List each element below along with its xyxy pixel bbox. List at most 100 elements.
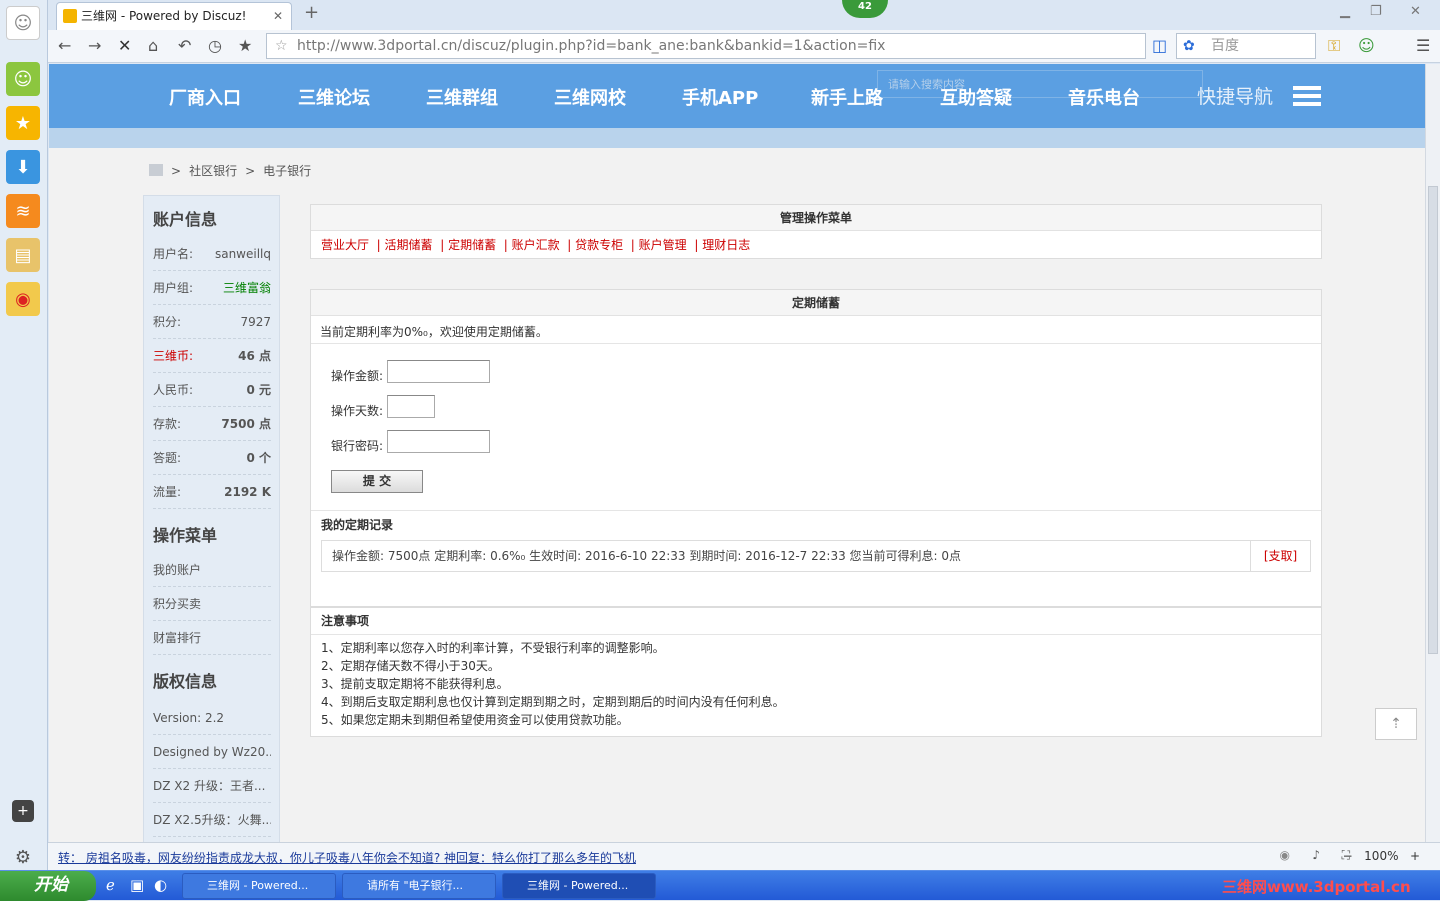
browser-navbar: ← → ✕ ⌂ ↶ ◷ ★ ☆ http://www.3dportal.cn/d… bbox=[48, 30, 1440, 63]
rss-icon[interactable]: ≋ bbox=[6, 194, 40, 228]
copyright-row[interactable]: Designed by Wz20... bbox=[153, 735, 271, 769]
notes-icon[interactable]: ▤ bbox=[6, 238, 40, 272]
browser-quicklaunch-icon[interactable]: ◐ bbox=[154, 876, 167, 894]
taskbar: 开始 ℯ ▣ ◐ 三维网 - Powered... 请所有 "电子银行... 三… bbox=[0, 870, 1440, 901]
add-icon[interactable]: + bbox=[12, 800, 34, 822]
watermark-brand: 三维网www.3dportal.cn bbox=[1222, 878, 1411, 896]
account-row: 三维币: 46 点 bbox=[153, 339, 271, 373]
rate-intro: 当前定期利率为0%₀，欢迎使用定期储蓄。 bbox=[320, 325, 548, 339]
admin-menu-panel: 管理操作菜单 营业大厅 | 活期储蓄 | 定期储蓄 | 账户汇款 | 贷款专柜 … bbox=[310, 204, 1322, 259]
nav-item-radio[interactable]: 音乐电台 bbox=[1068, 84, 1140, 110]
taskbar-item-active[interactable]: 三维网 - Powered... bbox=[502, 873, 656, 899]
menu-link-fixed[interactable]: 定期储蓄 bbox=[448, 238, 496, 252]
download-icon[interactable]: ⬇ bbox=[6, 150, 40, 184]
history-icon[interactable]: ◷ bbox=[208, 36, 222, 55]
nav-item-forum[interactable]: 三维论坛 bbox=[298, 84, 370, 110]
address-url: http://www.3dportal.cn/discuz/plugin.php… bbox=[297, 38, 886, 54]
notes-title: 注意事项 bbox=[311, 608, 1321, 635]
account-row: 用户组: 三维富翁 bbox=[153, 271, 271, 305]
zoom-plus-icon[interactable]: + bbox=[1410, 849, 1420, 863]
nav-item-vendors[interactable]: 厂商入口 bbox=[169, 84, 241, 110]
copyright-title: 版权信息 bbox=[153, 672, 218, 691]
user-icon[interactable]: ☺ bbox=[1358, 36, 1375, 55]
menu-icon[interactable]: ☰ bbox=[1416, 36, 1430, 55]
scrollbar[interactable] bbox=[1425, 64, 1440, 842]
start-button[interactable]: 开始 bbox=[0, 871, 96, 901]
copyright-row[interactable]: DZ X2.5升级：火舞... bbox=[153, 803, 271, 837]
note-item: 5、如果您定期未到期但希望使用资金可以使用贷款功能。 bbox=[321, 713, 629, 727]
adblock-icon[interactable]: ◉ bbox=[1280, 848, 1290, 862]
page-content: 请输入搜索内容 厂商入口 三维论坛 三维群组 三维网校 手机APP 新手上路 互… bbox=[49, 64, 1425, 842]
forward-icon[interactable]: → bbox=[88, 36, 101, 55]
close-window-icon[interactable]: ✕ bbox=[1410, 4, 1421, 19]
admin-menu-title: 管理操作菜单 bbox=[311, 205, 1321, 231]
browser-tab[interactable]: 三维网 - Powered by Discuz! ✕ bbox=[56, 2, 292, 30]
hamburger-icon[interactable] bbox=[1293, 86, 1321, 108]
home-icon[interactable]: ⌂ bbox=[148, 36, 158, 55]
baidu-paw-icon: ✿ bbox=[1183, 38, 1195, 54]
stop-icon[interactable]: ✕ bbox=[118, 36, 131, 55]
key-icon[interactable]: ⚿ bbox=[1328, 36, 1340, 56]
menu-item-wealth-rank[interactable]: 财富排行 bbox=[153, 621, 271, 655]
minimize-icon[interactable]: ▁ bbox=[1340, 4, 1350, 19]
notes-panel: 注意事项 1、定期利率以您存入时的利率计算，不受银行利率的调整影响。 2、定期存… bbox=[310, 607, 1322, 737]
menu-link-demand[interactable]: 活期储蓄 bbox=[385, 238, 433, 252]
tab-close-icon[interactable]: ✕ bbox=[273, 3, 283, 29]
settings-gear-icon[interactable]: ⚙ bbox=[6, 840, 40, 874]
submit-button[interactable]: 提 交 bbox=[331, 470, 423, 493]
taskbar-item[interactable]: 请所有 "电子银行... bbox=[342, 873, 496, 899]
new-tab-icon[interactable]: + bbox=[304, 2, 319, 23]
copyright-row: Version: 2.2 bbox=[153, 701, 271, 735]
menu-item-points-trade[interactable]: 积分买卖 bbox=[153, 587, 271, 621]
deposit-record-text: 操作金额: 7500点 定期利率: 0.6%₀ 生效时间: 2016-6-10 … bbox=[332, 549, 962, 563]
menu-link-loan[interactable]: 贷款专柜 bbox=[575, 238, 623, 252]
bookmark-star-icon[interactable]: ★ bbox=[238, 36, 252, 55]
scrollbar-thumb[interactable] bbox=[1428, 186, 1438, 654]
breadcrumb-separator: > bbox=[245, 164, 256, 178]
news-ticker[interactable]: 转： 房祖名吸毒，网友纷纷指责成龙大叔，你儿子吸毒八年你会不知道? 神回复：特么… bbox=[58, 849, 636, 866]
nav-item-newbie[interactable]: 新手上路 bbox=[811, 84, 883, 110]
withdraw-link[interactable]: [支取] bbox=[1250, 541, 1310, 571]
tab-title: 三维网 - Powered by Discuz! bbox=[81, 9, 247, 23]
nav-item-school[interactable]: 三维网校 bbox=[554, 84, 626, 110]
address-star-icon[interactable]: ☆ bbox=[275, 34, 288, 58]
back-to-top-icon[interactable]: ⇡ bbox=[1375, 708, 1417, 740]
restore-icon[interactable]: ❐ bbox=[1370, 4, 1382, 19]
ie-quicklaunch-icon[interactable]: ℯ bbox=[106, 876, 115, 894]
nav-item-qa[interactable]: 互助答疑 bbox=[940, 84, 1012, 110]
menu-item-my-account[interactable]: 我的账户 bbox=[153, 553, 271, 587]
menu-link-account-manage[interactable]: 账户管理 bbox=[639, 238, 687, 252]
breadcrumb-bank[interactable]: 社区银行 bbox=[189, 164, 237, 178]
emoji-icon[interactable]: ☺ bbox=[6, 62, 40, 96]
site-search-input[interactable]: 请输入搜索内容 bbox=[877, 70, 1203, 98]
notification-badge[interactable]: 42 bbox=[842, 0, 888, 18]
search-engine-label: 百度 bbox=[1211, 38, 1239, 54]
favorites-star-icon[interactable]: ★ bbox=[6, 106, 40, 140]
account-sidebar: 账户信息 用户名: sanweillq 用户组: 三维富翁 积分: 7927 三维币:… bbox=[143, 195, 280, 842]
breadcrumb-ebank: 电子银行 bbox=[263, 164, 312, 178]
copyright-row[interactable]: DZ X2 升级：王者... bbox=[153, 769, 271, 803]
nav-item-app[interactable]: 手机APP bbox=[682, 84, 758, 110]
amount-input[interactable] bbox=[387, 360, 490, 383]
menu-link-finance-log[interactable]: 理财日志 bbox=[702, 238, 750, 252]
menu-link-transfer[interactable]: 账户汇款 bbox=[512, 238, 560, 252]
home-breadcrumb-icon[interactable] bbox=[149, 164, 163, 176]
days-input[interactable] bbox=[387, 395, 435, 418]
zoom-level[interactable]: − 100% + bbox=[1343, 849, 1420, 863]
undo-icon[interactable]: ↶ bbox=[178, 36, 191, 55]
window-quicklaunch-icon[interactable]: ▣ bbox=[130, 876, 144, 894]
back-icon[interactable]: ← bbox=[58, 36, 71, 55]
search-box[interactable]: ✿ 百度 bbox=[1176, 33, 1316, 59]
zoom-minus-icon[interactable]: − bbox=[1343, 849, 1353, 863]
weibo-icon[interactable]: ◉ bbox=[6, 282, 40, 316]
password-input[interactable] bbox=[387, 430, 490, 453]
address-bar[interactable]: ☆ http://www.3dportal.cn/discuz/plugin.p… bbox=[266, 33, 1146, 59]
browser-titlebar: 三维网 - Powered by Discuz! ✕ + 42 ▁ ❐ ✕ bbox=[48, 0, 1440, 30]
quick-nav[interactable]: 快捷导航 bbox=[1197, 82, 1273, 109]
taskbar-item[interactable]: 三维网 - Powered... bbox=[182, 873, 336, 899]
volume-icon[interactable]: ♪ bbox=[1312, 848, 1320, 862]
compat-mode-icon[interactable]: ◫ bbox=[1152, 36, 1167, 55]
smiley-logo-icon[interactable]: ☺ bbox=[6, 6, 40, 40]
menu-link-lobby[interactable]: 营业大厅 bbox=[321, 238, 369, 252]
nav-item-groups[interactable]: 三维群组 bbox=[426, 84, 498, 110]
